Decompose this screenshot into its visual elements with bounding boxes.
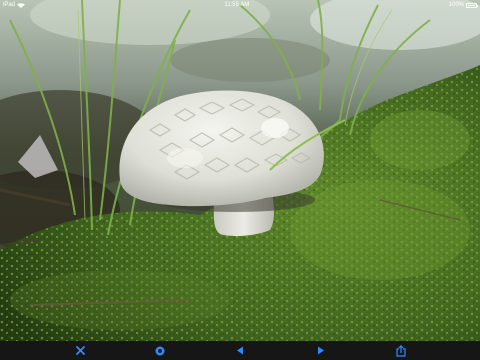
- next-button[interactable]: [310, 341, 332, 360]
- battery-percent: 100%: [448, 2, 464, 8]
- previous-button[interactable]: [229, 341, 251, 360]
- status-left: iPad: [3, 0, 26, 10]
- close-button[interactable]: [69, 341, 91, 360]
- battery-fill: [468, 4, 475, 6]
- wifi-icon: [17, 2, 26, 8]
- battery-icon: [466, 2, 478, 8]
- status-bar: iPad 11:55 AM 100%: [0, 0, 480, 10]
- carrier-label: iPad: [3, 2, 16, 8]
- info-icon: [155, 346, 165, 355]
- close-icon: [75, 346, 85, 355]
- photo-view[interactable]: [0, 0, 480, 341]
- status-right: 100%: [448, 0, 478, 10]
- photo-viewer-screen: iPad 11:55 AM 100%: [0, 0, 480, 360]
- bottom-toolbar: [0, 341, 480, 360]
- chevron-right-icon: [318, 346, 324, 355]
- clock: 11:55 AM: [224, 2, 250, 8]
- info-button[interactable]: [149, 341, 171, 360]
- chevron-left-icon: [237, 346, 243, 355]
- share-icon: [396, 344, 406, 357]
- mushroom-photo: [0, 0, 480, 341]
- share-button[interactable]: [390, 341, 412, 360]
